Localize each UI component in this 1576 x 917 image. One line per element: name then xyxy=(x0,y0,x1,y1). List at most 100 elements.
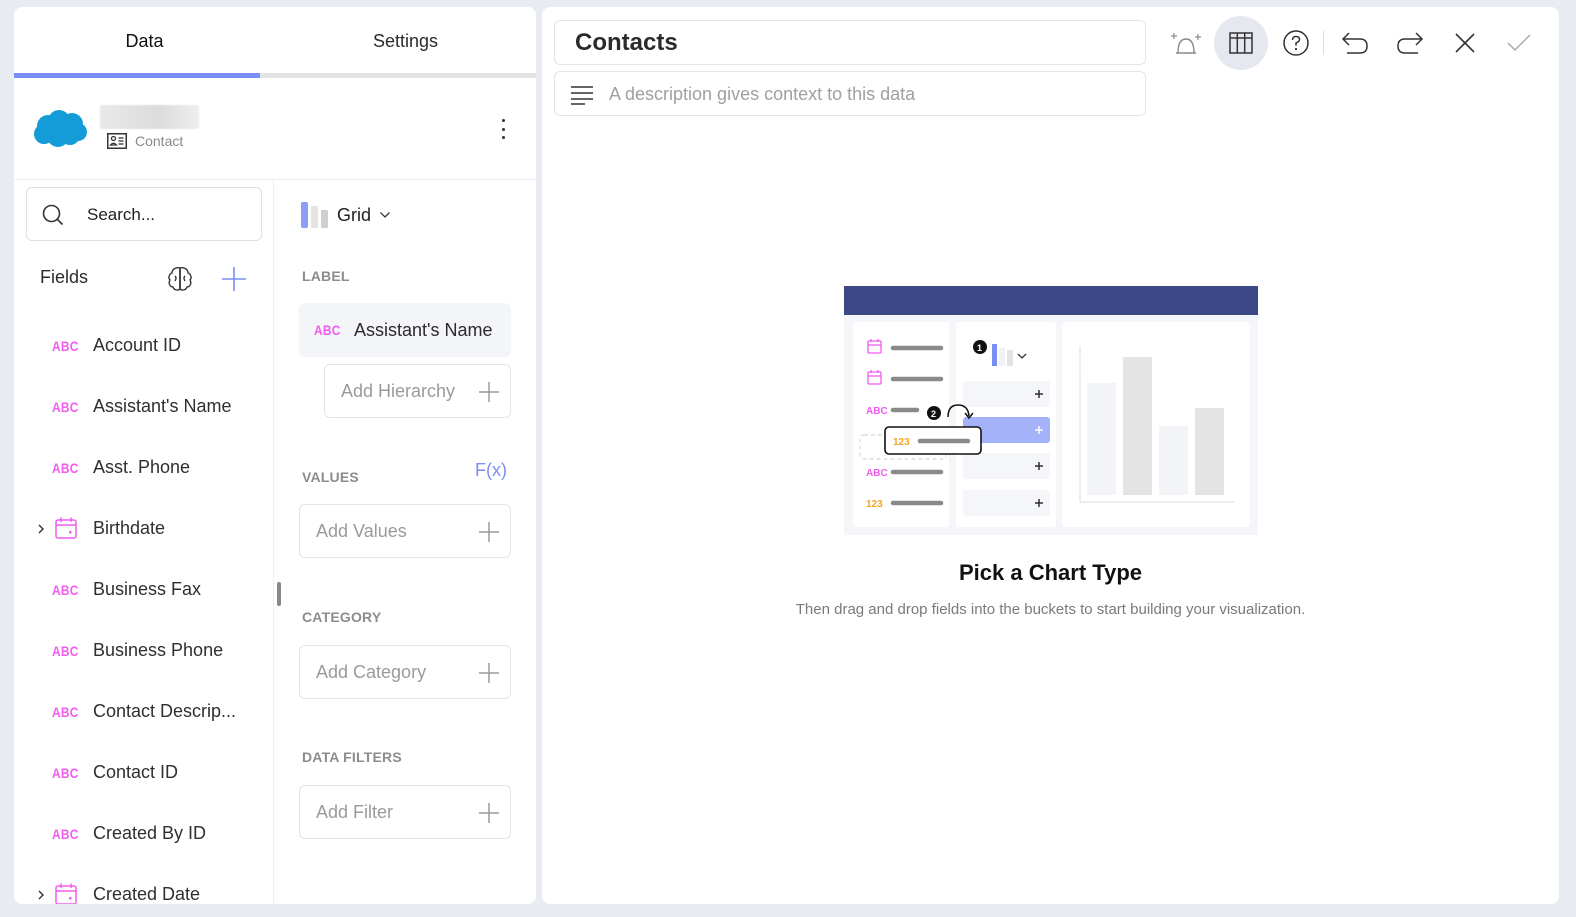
salesforce-cloud-icon xyxy=(32,108,88,148)
visualization-canvas-panel: ABC ABC 123 xyxy=(542,7,1559,904)
fx-button[interactable]: F(x) xyxy=(475,460,507,481)
filters-section-heading: DATA FILTERS xyxy=(302,749,402,765)
table-icon xyxy=(1229,31,1253,55)
buckets-column: Grid LABEL ABC Assistant's Name Add Hier… xyxy=(276,180,536,904)
fields-column: Fields ABC Account ID ABC Assistant's Na… xyxy=(14,180,274,904)
field-label: Asst. Phone xyxy=(93,457,190,478)
chip-label: Assistant's Name xyxy=(354,320,492,341)
undo-icon xyxy=(1341,31,1369,55)
add-category-bucket[interactable]: Add Category xyxy=(299,645,511,699)
field-label: Created Date xyxy=(93,884,200,904)
redo-icon xyxy=(1396,31,1424,55)
help-button[interactable] xyxy=(1269,16,1323,70)
data-source-object: Contact xyxy=(107,133,183,149)
field-item-contact-id[interactable]: ABC Contact ID xyxy=(14,742,274,803)
chart-type-label: Grid xyxy=(337,205,371,226)
field-item-business-phone[interactable]: ABC Business Phone xyxy=(14,620,274,681)
text-type-icon: ABC xyxy=(52,765,79,781)
data-source-header: Contact xyxy=(14,78,536,180)
add-filter-bucket[interactable]: Add Filter xyxy=(299,785,511,839)
text-type-icon: ABC xyxy=(52,338,79,354)
field-item-account-id[interactable]: ABC Account ID xyxy=(14,315,274,376)
search-input[interactable] xyxy=(87,202,247,228)
add-hierarchy-bucket[interactable]: Add Hierarchy xyxy=(324,364,511,418)
field-label: Contact ID xyxy=(93,762,178,783)
add-field-icon[interactable] xyxy=(221,266,247,292)
field-label: Created By ID xyxy=(93,823,206,844)
bucket-placeholder: Add Filter xyxy=(316,802,393,823)
field-label: Birthdate xyxy=(93,518,165,539)
tab-data[interactable]: Data xyxy=(14,7,275,78)
toolbar-divider xyxy=(1323,31,1324,55)
search-field[interactable] xyxy=(26,187,262,241)
step-1-badge: 1 xyxy=(977,343,982,353)
field-label: Assistant's Name xyxy=(93,396,231,417)
close-icon xyxy=(1454,32,1476,54)
category-section-heading: CATEGORY xyxy=(302,609,381,625)
search-icon xyxy=(42,204,64,226)
field-list: ABC Account ID ABC Assistant's Name ABC … xyxy=(14,315,274,904)
plus-icon xyxy=(478,521,500,543)
description-lines-icon xyxy=(571,85,593,105)
field-label: Contact Descrip... xyxy=(93,701,236,722)
help-icon xyxy=(1282,29,1310,57)
illustration-drag-overlay: 123 1 2 xyxy=(844,286,1258,535)
field-item-birthdate[interactable]: Birthdate xyxy=(14,498,274,559)
empty-state-subtitle: Then drag and drop fields into the bucke… xyxy=(542,601,1559,618)
text-type-icon: ABC xyxy=(52,704,79,720)
more-options-icon[interactable] xyxy=(496,116,510,142)
text-type-icon: ABC xyxy=(52,643,79,659)
bucket-placeholder: Add Category xyxy=(316,662,426,683)
field-item-contact-description[interactable]: ABC Contact Descrip... xyxy=(14,681,274,742)
empty-state-title: Pick a Chart Type xyxy=(542,560,1559,586)
table-view-button[interactable] xyxy=(1214,16,1268,70)
redo-button[interactable] xyxy=(1383,16,1437,70)
text-type-icon: ABC xyxy=(52,399,79,415)
field-item-created-by-id[interactable]: ABC Created By ID xyxy=(14,803,274,864)
object-label: Contact xyxy=(135,133,183,149)
values-section-heading: VALUES xyxy=(302,469,359,485)
description-input[interactable] xyxy=(609,82,1129,106)
label-field-chip[interactable]: ABC Assistant's Name xyxy=(299,303,511,357)
text-type-icon: ABC xyxy=(314,322,341,338)
grid-chart-icon xyxy=(301,202,329,228)
chevron-right-icon[interactable] xyxy=(36,888,46,902)
chart-type-selector[interactable]: Grid xyxy=(301,202,391,228)
field-item-asst-phone[interactable]: ABC Asst. Phone xyxy=(14,437,274,498)
brain-icon[interactable] xyxy=(166,265,194,293)
field-item-business-fax[interactable]: ABC Business Fax xyxy=(14,559,274,620)
bucket-placeholder: Add Values xyxy=(316,521,407,542)
magic-button[interactable] xyxy=(1159,16,1213,70)
plus-icon xyxy=(478,381,500,403)
fields-heading: Fields xyxy=(40,267,88,288)
calendar-icon xyxy=(54,882,78,904)
field-label: Business Phone xyxy=(93,640,223,661)
description-field[interactable] xyxy=(554,71,1146,116)
undo-button[interactable] xyxy=(1328,16,1382,70)
confirm-button[interactable] xyxy=(1492,16,1546,70)
check-icon xyxy=(1506,33,1532,53)
field-label: Account ID xyxy=(93,335,181,356)
magic-icon xyxy=(1170,29,1202,57)
tab-settings[interactable]: Settings xyxy=(275,7,536,78)
pick-chart-illustration: ABC ABC 123 xyxy=(844,286,1258,535)
data-editor-panel: Data Settings xyxy=(14,7,536,904)
add-values-bucket[interactable]: Add Values xyxy=(299,504,511,558)
text-type-icon: ABC xyxy=(52,582,79,598)
step-2-badge: 2 xyxy=(931,409,936,419)
bucket-placeholder: Add Hierarchy xyxy=(341,381,455,402)
plus-icon xyxy=(478,662,500,684)
close-button[interactable] xyxy=(1438,16,1492,70)
calendar-icon xyxy=(54,516,78,540)
title-input[interactable] xyxy=(575,29,1135,57)
title-field[interactable] xyxy=(554,20,1146,65)
contact-card-icon xyxy=(107,133,127,149)
label-section-heading: LABEL xyxy=(302,268,350,284)
field-label: Business Fax xyxy=(93,579,201,600)
panel-tabs: Data Settings xyxy=(14,7,536,78)
data-source-name-redacted xyxy=(100,105,199,129)
field-item-assistants-name[interactable]: ABC Assistant's Name xyxy=(14,376,274,437)
chevron-down-icon xyxy=(379,211,391,219)
field-item-created-date[interactable]: Created Date xyxy=(14,864,274,904)
chevron-right-icon[interactable] xyxy=(36,522,46,536)
